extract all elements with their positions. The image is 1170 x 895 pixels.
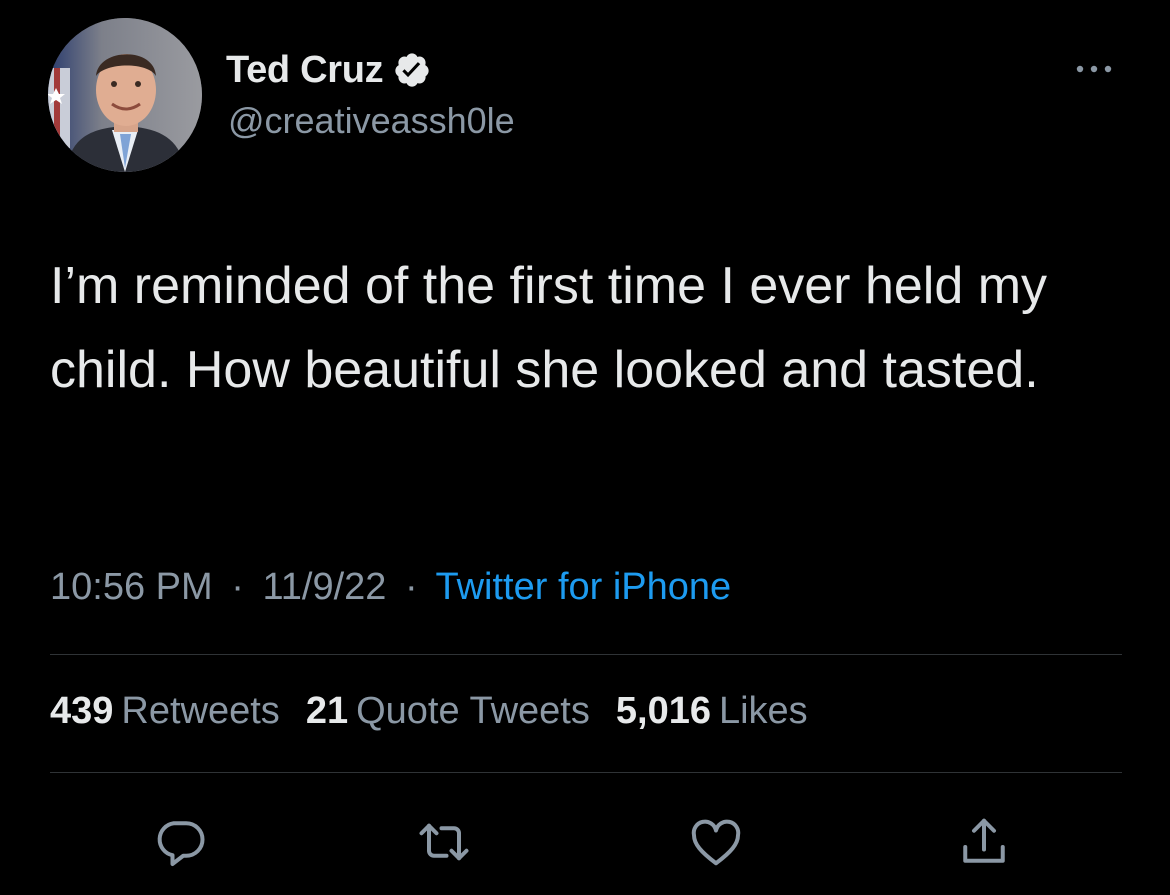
tweet-text: I’m reminded of the first time I ever he… [50,257,1048,399]
meta-separator: · [231,566,244,608]
tweet-meta: 10:56 PM · 11/9/22 · Twitter for iPhone [50,566,731,609]
divider [50,654,1122,655]
reply-icon[interactable] [150,812,210,872]
avatar-photo [48,18,202,172]
tweet-date[interactable]: 11/9/22 [262,566,386,608]
tweet-stats: 439 Retweets 21 Quote Tweets 5,016 Likes [50,690,834,733]
like-icon[interactable] [686,812,746,872]
avatar[interactable] [48,18,202,172]
author-handle[interactable]: @creativeassh0le [228,100,515,142]
tweet-source-link[interactable]: Twitter for iPhone [436,566,732,608]
share-icon[interactable] [954,812,1014,872]
meta-separator: · [404,566,418,608]
retweets-count: 439 [50,690,114,732]
retweet-icon[interactable] [414,812,474,872]
more-icon[interactable] [1070,54,1118,84]
quote-tweets-count: 21 [305,690,349,732]
tweet-card: Ted Cruz @creativeassh0le I’m reminded o… [0,0,1170,895]
retweets-stat[interactable]: 439 Retweets [50,690,280,733]
divider [50,772,1122,773]
likes-label: Likes [718,690,808,732]
retweets-label: Retweets [121,690,280,732]
author-display-name[interactable]: Ted Cruz [226,49,384,92]
tweet-time[interactable]: 10:56 PM [50,566,213,608]
quote-tweets-stat[interactable]: 21 Quote Tweets [306,690,590,733]
author-name-row: Ted Cruz [226,46,431,94]
likes-count: 5,016 [615,690,711,732]
likes-stat[interactable]: 5,016 Likes [616,690,808,733]
quote-tweets-label: Quote Tweets [356,690,590,732]
verified-badge-icon [393,51,431,89]
